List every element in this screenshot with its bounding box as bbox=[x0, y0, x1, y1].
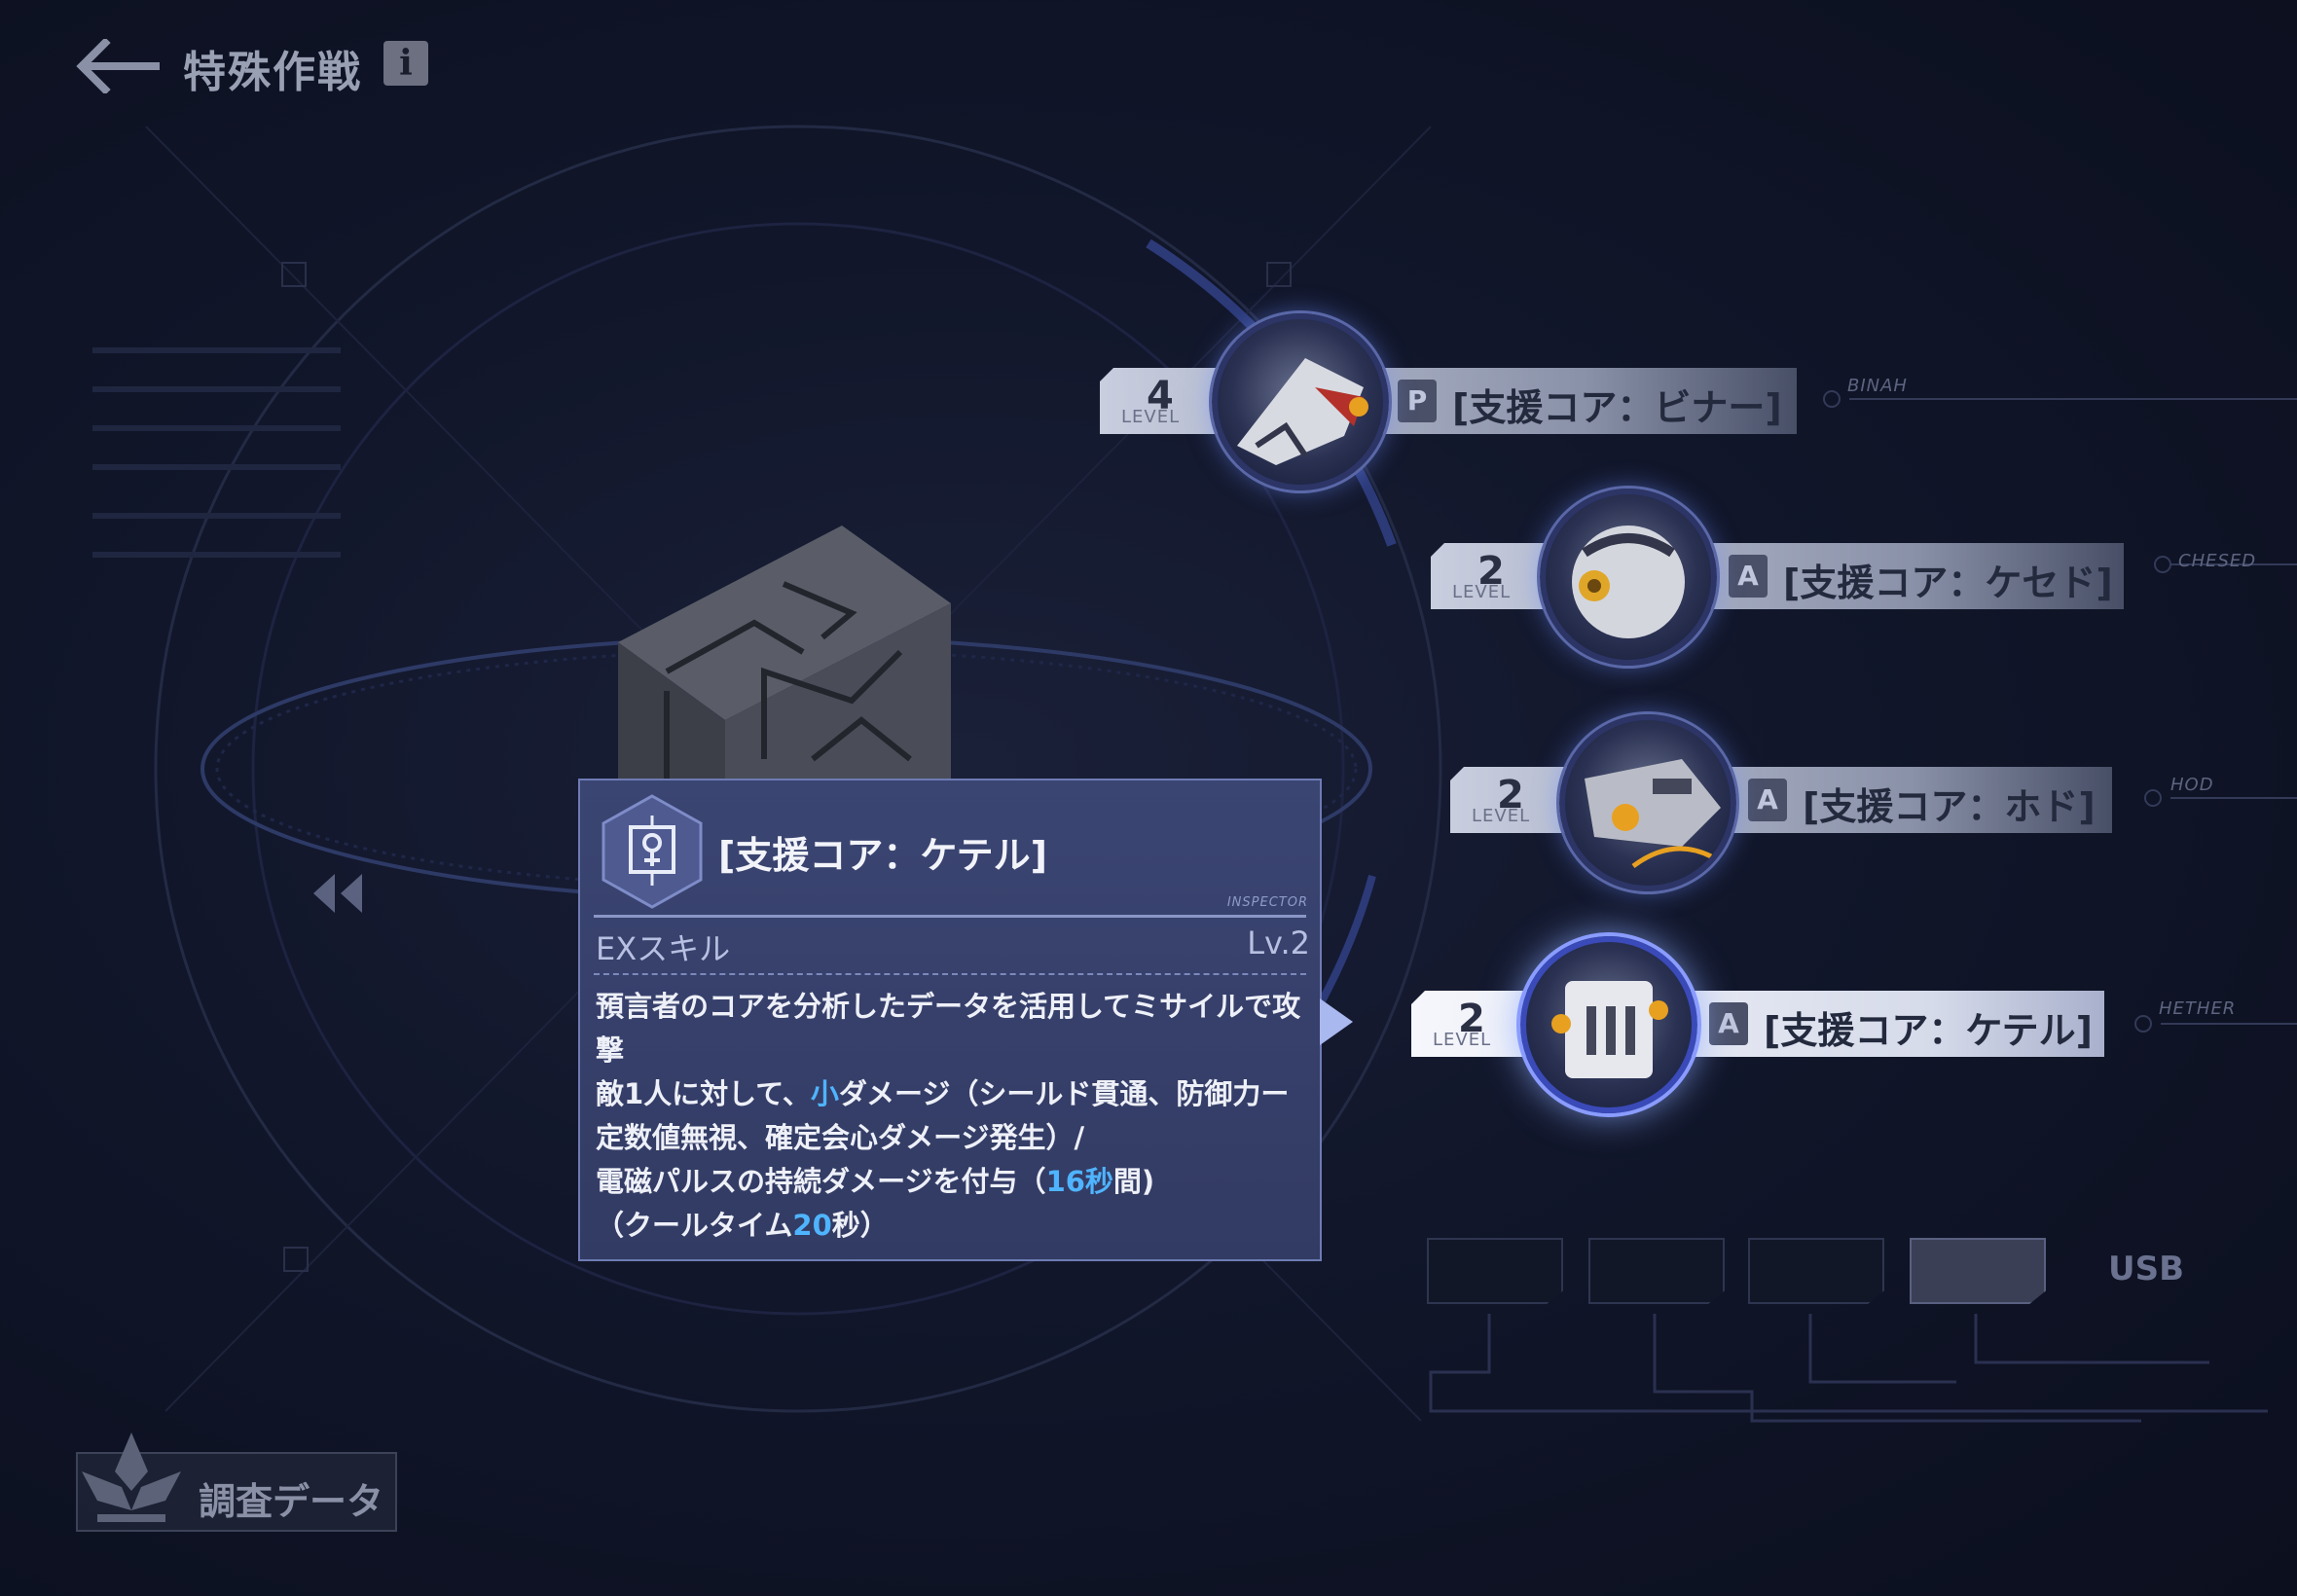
core-portrait-binah[interactable] bbox=[1212, 313, 1389, 490]
core-side-label: CHESED bbox=[2178, 551, 2257, 571]
core-item-binah[interactable]: 4 LEVEL P [支援コア：ビナー] bbox=[1100, 368, 1801, 442]
equip-slot-1[interactable] bbox=[1427, 1238, 1563, 1304]
panel-dashed-divider bbox=[594, 973, 1306, 975]
core-side-label: HOD bbox=[2170, 775, 2214, 795]
keter-icon bbox=[1551, 981, 1668, 1078]
investigation-icon bbox=[82, 1433, 181, 1522]
skill-level: Lv.2 bbox=[1247, 925, 1310, 961]
equip-slot-3[interactable] bbox=[1748, 1238, 1884, 1304]
core-name: [支援コア：ビナー] bbox=[1452, 386, 1782, 429]
desc-text: 敵1人に対して、 bbox=[596, 1077, 811, 1110]
desc-line: 預言者のコアを分析したデータを活用してミサイルで攻 bbox=[596, 990, 1301, 1023]
core-type-icon: A bbox=[1748, 779, 1787, 821]
back-arrow-icon[interactable] bbox=[76, 39, 164, 93]
inspector-tag: INSPECTOR bbox=[1226, 895, 1308, 910]
core-cube-model bbox=[618, 526, 951, 788]
core-portrait-keter[interactable] bbox=[1520, 936, 1697, 1113]
desc-line: 敵1人に対して、小ダメージ（シールド貫通、防御力ー bbox=[596, 1072, 1306, 1116]
skill-panel-title: [支援コア：ケテル] bbox=[718, 834, 1047, 877]
core-item-keter[interactable]: 2 LEVEL A [支援コア：ケテル] bbox=[1411, 991, 2108, 1065]
damage-size-value: 小 bbox=[810, 1077, 839, 1110]
desc-line: 定数値無視、確定会心ダメージ発生）/ bbox=[596, 1121, 1085, 1154]
cooldown-value: 20 bbox=[792, 1209, 832, 1242]
duration-value: 16秒 bbox=[1045, 1165, 1113, 1198]
core-name: [支援コア：ホド] bbox=[1803, 785, 2096, 828]
core-level-label: LEVEL bbox=[1433, 1030, 1492, 1050]
desc-text: 秒） bbox=[831, 1209, 889, 1242]
desc-line: 撃 bbox=[596, 1034, 625, 1067]
usb-label: USB bbox=[2108, 1250, 2185, 1288]
desc-line: （クールタイム20秒） bbox=[596, 1204, 1306, 1248]
core-item-chesed[interactable]: 2 LEVEL A [支援コア：ケセド] bbox=[1431, 543, 2128, 617]
core-level-label: LEVEL bbox=[1472, 806, 1531, 826]
skill-info-panel: [支援コア：ケテル] INSPECTOR EXスキル Lv.2 預言者のコアを分… bbox=[578, 779, 1322, 1261]
core-type-icon: P bbox=[1398, 380, 1437, 422]
investigation-label: 調査データ bbox=[199, 1480, 384, 1523]
desc-line: 電磁パルスの持続ダメージを付与（16秒間) bbox=[596, 1160, 1306, 1204]
core-portrait-chesed[interactable] bbox=[1540, 489, 1717, 666]
inspector-icon bbox=[602, 794, 703, 909]
core-type-icon: A bbox=[1709, 1002, 1748, 1045]
equip-slot-4[interactable] bbox=[1910, 1238, 2046, 1304]
core-level-label: LEVEL bbox=[1121, 407, 1181, 427]
hod-icon bbox=[1585, 759, 1721, 869]
core-portrait-hod[interactable] bbox=[1559, 714, 1736, 891]
desc-text: 電磁パルスの持続ダメージを付与（ bbox=[596, 1165, 1046, 1198]
core-level-label: LEVEL bbox=[1452, 582, 1512, 602]
panel-divider bbox=[594, 915, 1306, 918]
desc-text: 間) bbox=[1112, 1165, 1155, 1198]
chesed-icon bbox=[1572, 526, 1685, 638]
investigation-data-button[interactable]: 調査データ bbox=[76, 1433, 397, 1532]
core-name: [支援コア：ケテル] bbox=[1764, 1009, 2093, 1052]
desc-text: ダメージ（シールド貫通、防御力ー bbox=[838, 1077, 1290, 1110]
nav-prev-icon[interactable] bbox=[310, 870, 368, 919]
info-icon[interactable]: i bbox=[383, 41, 428, 86]
page-title: 特殊作戦 bbox=[183, 48, 362, 97]
equip-slot-2[interactable] bbox=[1588, 1238, 1725, 1304]
skill-type: EXスキル bbox=[596, 930, 731, 967]
core-item-hod[interactable]: 2 LEVEL A [支援コア：ホド] bbox=[1450, 767, 2116, 841]
binah-icon bbox=[1237, 358, 1368, 465]
panel-pointer-icon bbox=[1320, 998, 1353, 1045]
desc-text: （クールタイム bbox=[596, 1209, 793, 1242]
core-name: [支援コア：ケセド] bbox=[1783, 562, 2113, 604]
core-side-label: HETHER bbox=[2159, 998, 2237, 1019]
core-side-label: BINAH bbox=[1847, 376, 1908, 396]
core-type-icon: A bbox=[1729, 555, 1768, 598]
skill-description: 預言者のコアを分析したデータを活用してミサイルで攻 撃 敵1人に対して、小ダメー… bbox=[596, 985, 1306, 1248]
